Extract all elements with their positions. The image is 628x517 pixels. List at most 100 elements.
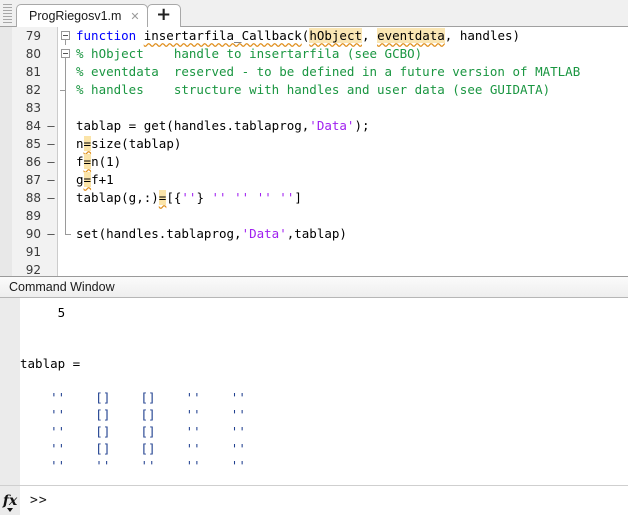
breakpoint-slot[interactable]: [45, 27, 57, 45]
code-token: , handles): [444, 28, 521, 43]
command-output-line: [20, 321, 628, 338]
breakpoint-slot[interactable]: [45, 207, 57, 225]
line-number-gutter: 79 80 81 82 83 84 85 86 87 88 89 90 91 92: [12, 27, 45, 276]
breakpoint-dash[interactable]: –: [45, 189, 57, 207]
code-line[interactable]: % hObject handle to insertarfila (see GC…: [76, 45, 628, 63]
line-number: 90: [25, 227, 41, 241]
fold-tick: [60, 90, 66, 91]
line-number: 86: [25, 155, 41, 169]
code-token: );: [354, 118, 370, 133]
fold-collapse-icon[interactable]: [61, 31, 70, 40]
line-number: 89: [25, 209, 41, 223]
command-prompt[interactable]: >>: [20, 493, 48, 508]
breakpoint-dash[interactable]: –: [45, 153, 57, 171]
code-token: size(tablap): [91, 136, 182, 151]
code-token: set(handles.tablaprog,: [76, 226, 242, 241]
code-line[interactable]: % handles structure with handles and use…: [76, 81, 628, 99]
breakpoint-dash[interactable]: –: [45, 117, 57, 135]
breakpoint-slot[interactable]: [45, 63, 57, 81]
fold-line: [65, 117, 66, 135]
line-number: 91: [25, 245, 41, 259]
code-token: 'Data': [309, 118, 355, 133]
code-line[interactable]: set(handles.tablaprog,'Data',tablap): [76, 225, 628, 243]
tab-bar-drag-grip[interactable]: [3, 4, 12, 24]
chevron-down-icon[interactable]: [7, 508, 13, 512]
code-token: =: [83, 154, 92, 169]
breakpoint-slot[interactable]: [45, 99, 57, 117]
fold-line: [65, 189, 66, 207]
code-token: ,: [362, 28, 378, 43]
code-line[interactable]: [76, 207, 628, 225]
editor-tab-progriegosv1[interactable]: ProgRiegosv1.m ✕: [16, 4, 148, 27]
code-token: f: [76, 154, 84, 169]
command-output-line: '' '' '' '' '': [50, 458, 246, 473]
line-number: 85: [25, 137, 41, 151]
line-number: 79: [25, 29, 41, 43]
code-token: '': [211, 190, 227, 205]
fold-line: [65, 207, 66, 225]
code-line[interactable]: function insertarfila_Callback(hObject, …: [76, 27, 628, 45]
fold-line: [65, 153, 66, 171]
command-output-line: [20, 338, 628, 355]
breakpoint-slot[interactable]: [45, 81, 57, 99]
fold-line: [65, 135, 66, 153]
fold-line: [65, 40, 66, 45]
breakpoint-dash[interactable]: –: [45, 225, 57, 243]
code-token: tablap = get(handles.tablaprog,: [76, 118, 310, 133]
code-editor-pane[interactable]: 79 80 81 82 83 84 85 86 87 88 89 90 91 92 – – – – – – func…: [0, 27, 628, 277]
command-window-output[interactable]: 5 tablap = '' [] [] '' '' '' [] [] '' ''…: [0, 298, 628, 486]
editor-tab-bar: ProgRiegosv1.m ✕ +: [0, 0, 628, 27]
code-line[interactable]: [76, 261, 628, 276]
command-window-output-text: 5 tablap = '' [] [] '' '' '' [] [] '' ''…: [20, 298, 628, 486]
command-window-header: Command Window: [0, 277, 628, 298]
code-line[interactable]: g=f+1: [76, 171, 628, 189]
line-number: 81: [25, 65, 41, 79]
command-window-left-strip: [0, 298, 20, 486]
code-token: [{: [166, 190, 182, 205]
breakpoint-mark-column[interactable]: – – – – – –: [45, 27, 58, 276]
code-token: % hObject handle to insertarfila (see GC…: [76, 46, 423, 61]
code-fold-column[interactable]: [58, 27, 76, 276]
code-line[interactable]: tablap(g,:)=[{''} '' '' '' '']: [76, 189, 628, 207]
new-tab-button[interactable]: +: [146, 4, 181, 27]
code-line[interactable]: [76, 99, 628, 117]
command-output-line: '' [] [] '' '': [50, 441, 246, 456]
code-line[interactable]: % eventdata reserved - to be defined in …: [76, 63, 628, 81]
code-token: % handles structure with handles and use…: [76, 82, 551, 97]
close-icon[interactable]: ✕: [130, 11, 139, 22]
breakpoint-dash[interactable]: –: [45, 171, 57, 189]
code-token: n(1): [91, 154, 122, 169]
fold-line: [65, 225, 66, 234]
code-token: }: [196, 190, 212, 205]
command-output-line: '' [] [] '' '': [50, 390, 246, 405]
code-text-area[interactable]: function insertarfila_Callback(hObject, …: [76, 27, 628, 276]
line-number: 88: [25, 191, 41, 205]
breakpoint-slot[interactable]: [45, 45, 57, 63]
fold-line: [65, 171, 66, 189]
code-token: function: [76, 28, 144, 43]
code-token: =: [83, 172, 92, 187]
tab-label: ProgRiegosv1.m: [29, 9, 122, 23]
code-token: g: [76, 172, 84, 187]
command-output-line: [20, 372, 628, 389]
fold-collapse-icon[interactable]: [61, 49, 70, 58]
line-number: 83: [25, 101, 41, 115]
code-line[interactable]: n=size(tablap): [76, 135, 628, 153]
command-window-pane[interactable]: Command Window 5 tablap = '' [] [] '' ''…: [0, 277, 628, 515]
command-prompt-bar[interactable]: fx >>: [0, 485, 628, 515]
code-token: '': [234, 190, 250, 205]
fx-strip[interactable]: fx: [0, 486, 20, 515]
fx-icon[interactable]: fx: [3, 494, 17, 508]
command-output-line: '' [] [] '' '': [50, 407, 246, 422]
code-line[interactable]: f=n(1): [76, 153, 628, 171]
code-line[interactable]: [76, 243, 628, 261]
code-token: =: [83, 136, 92, 151]
code-line[interactable]: tablap = get(handles.tablaprog,'Data');: [76, 117, 628, 135]
code-token: f+1: [91, 172, 114, 187]
breakpoint-slot[interactable]: [45, 243, 57, 261]
breakpoint-slot[interactable]: [45, 261, 57, 276]
breakpoint-dash[interactable]: –: [45, 135, 57, 153]
code-token: '': [256, 190, 272, 205]
